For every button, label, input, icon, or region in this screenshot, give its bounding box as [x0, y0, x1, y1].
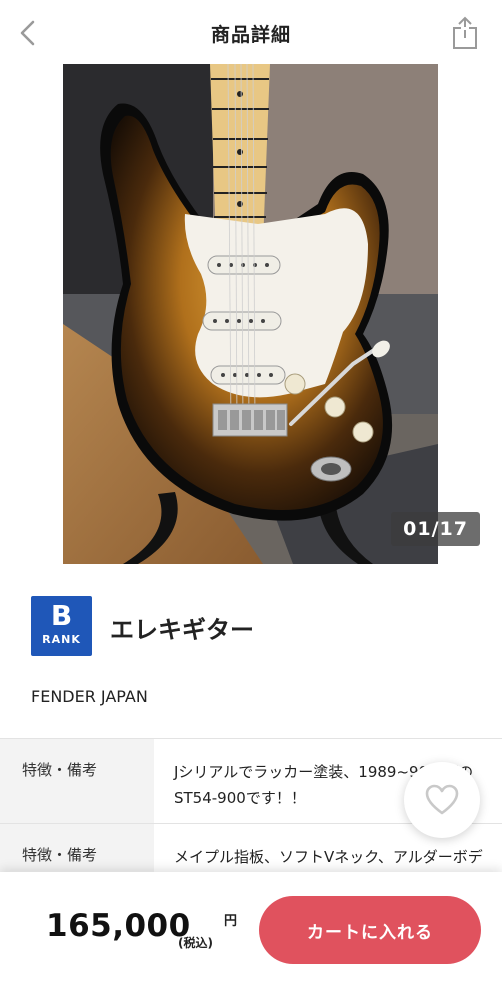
share-icon[interactable]: [450, 16, 480, 50]
purchase-bar: 165,000 円 (税込) カートに入れる: [0, 872, 502, 1000]
add-to-cart-button[interactable]: カートに入れる: [259, 896, 481, 964]
rank-letter: B: [50, 599, 73, 632]
spec-label: 特徴・備考: [0, 739, 154, 823]
currency-unit: 円: [224, 914, 238, 929]
page-title: 商品詳細: [210, 24, 291, 46]
product-name: エレキギター: [110, 616, 254, 644]
rank-label: RANK: [42, 633, 81, 646]
image-counter: 01/17: [391, 512, 480, 546]
rank-badge: B RANK: [31, 596, 92, 656]
price: 165,000 円 (税込): [46, 908, 237, 950]
brand-name: FENDER JAPAN: [31, 687, 148, 706]
product-photo[interactable]: [63, 64, 438, 564]
product-gallery[interactable]: 01/17: [0, 64, 502, 564]
price-value: 165,000: [46, 908, 191, 944]
heart-icon: [425, 784, 459, 815]
app-header: 商品詳細: [0, 0, 502, 65]
favorite-button[interactable]: [404, 762, 480, 838]
tax-note: (税込): [178, 936, 213, 950]
